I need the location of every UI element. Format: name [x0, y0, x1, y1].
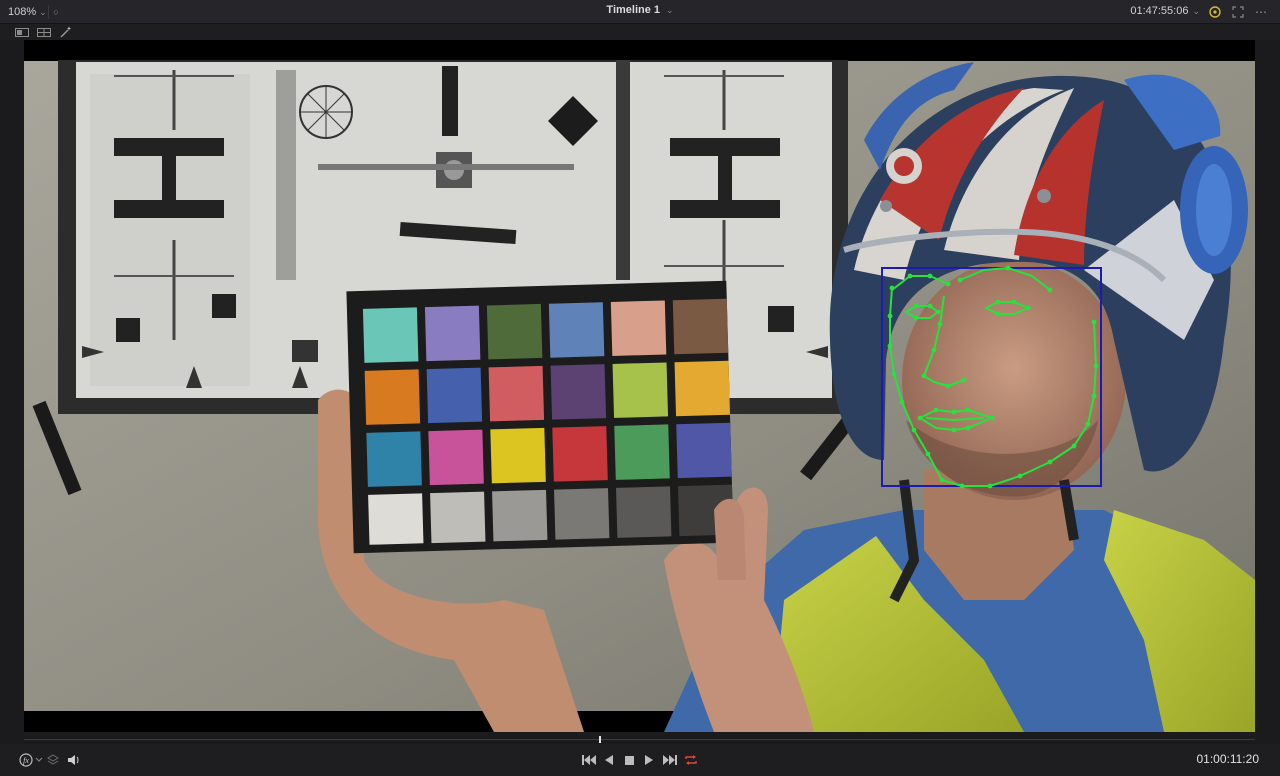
single-viewer-icon[interactable]: [14, 26, 30, 38]
transport-bar: fx: [0, 744, 1280, 776]
viewer-toolbar: [0, 24, 1280, 40]
fx-icon[interactable]: fx: [18, 752, 44, 768]
playhead[interactable]: [599, 736, 601, 743]
record-timecode-dropdown[interactable]: 01:47:55:06 ⌄: [1130, 5, 1200, 17]
video-frame: [24, 40, 1255, 732]
chevron-down-icon: ⌄: [666, 5, 674, 15]
magic-wand-icon[interactable]: [58, 26, 74, 38]
color-checker-chart: [346, 280, 734, 554]
expand-icon[interactable]: [1229, 4, 1247, 20]
timeline-title: Timeline 1: [606, 4, 661, 16]
scrubber-track[interactable]: [24, 739, 1255, 740]
jog-scrubber[interactable]: [24, 736, 1255, 743]
play-reverse-icon[interactable]: [603, 752, 615, 768]
viewer-header-bar: 108% ⌄ ○ Timeline 1 ⌄ 01:47:55:06 ⌄ ⋯: [0, 0, 1280, 24]
split-viewer-icon[interactable]: [36, 26, 52, 38]
stop-icon[interactable]: [623, 752, 635, 768]
svg-text:fx: fx: [23, 756, 29, 765]
layers-icon[interactable]: [46, 752, 60, 768]
record-timecode: 01:47:55:06: [1130, 5, 1189, 17]
loop-icon[interactable]: [683, 752, 699, 768]
color-dropper-icon[interactable]: [1206, 4, 1224, 20]
skip-to-end-icon[interactable]: [662, 752, 678, 768]
video-viewer[interactable]: [24, 40, 1255, 732]
play-icon[interactable]: [643, 752, 655, 768]
timeline-title-dropdown[interactable]: Timeline 1 ⌄: [0, 4, 1280, 16]
current-timecode: 01:00:11:20: [1196, 752, 1259, 766]
speaker-icon[interactable]: [66, 752, 82, 768]
chevron-down-icon: ⌄: [1192, 5, 1200, 16]
more-options-icon[interactable]: ⋯: [1252, 4, 1270, 20]
skip-to-start-icon[interactable]: [581, 752, 597, 768]
